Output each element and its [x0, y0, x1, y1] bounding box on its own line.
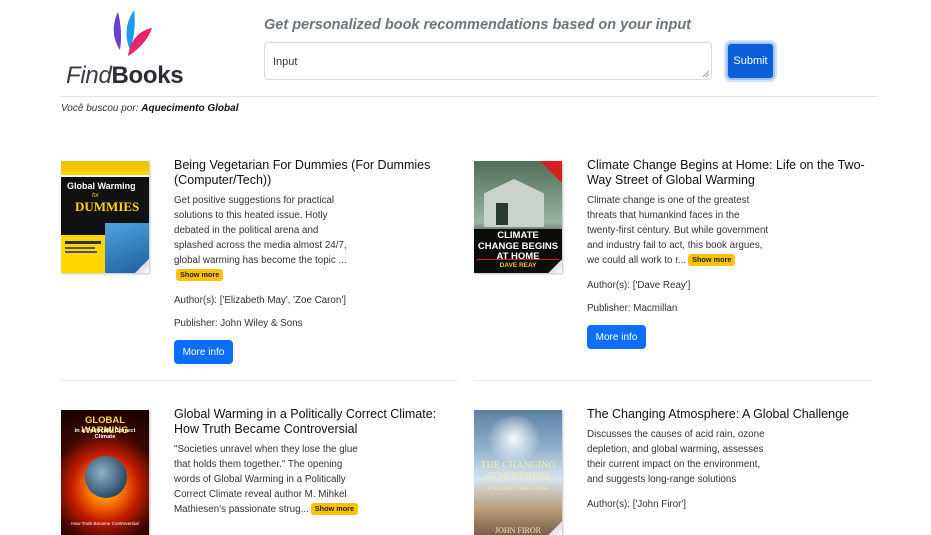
book-description: Discusses the causes of acid rain, ozone…: [587, 429, 765, 485]
book-cover[interactable]: CLIMATE CHANGE BEGINS AT HOME DAVE REAY: [474, 161, 562, 273]
header-divider: [60, 96, 878, 97]
search-summary: Você buscou por: Aquecimento Global: [61, 103, 238, 114]
book-authors: Author(s): ['John Firor']: [587, 499, 687, 510]
book-title: Climate Change Begins at Home: Life on t…: [587, 158, 865, 187]
book-cover[interactable]: THE CHANGING ATMOSPHERE A GLOBAL CHALLEN…: [474, 410, 562, 535]
row-divider: [474, 380, 871, 381]
book-description: Get positive suggestions for practical s…: [174, 193, 359, 283]
logo-books-text: Books: [111, 62, 184, 89]
header: FindBooks Get personalized book recommen…: [0, 0, 931, 97]
book-publisher: Publisher: Macmillan: [587, 303, 678, 314]
book-publisher: Publisher: John Wiley & Sons: [174, 318, 303, 329]
show-more-button[interactable]: Show more: [176, 269, 224, 281]
more-info-button[interactable]: More info: [174, 340, 233, 364]
book-authors: Author(s): ['Elizabeth May', 'Zoe Caron'…: [174, 295, 346, 306]
cover-author: DAVE REAY: [499, 262, 537, 269]
cover-subtitle: A GLOBAL CHALLENGE: [487, 486, 549, 492]
search-summary-query: Aquecimento Global: [141, 103, 239, 114]
cover-title: Global Warming: [67, 181, 136, 191]
book-description-text: Get positive suggestions for practical s…: [174, 195, 347, 266]
search-summary-prefix: Você buscou por:: [61, 103, 139, 114]
cover-title: THE CHANGING ATMOSPHERE: [480, 460, 556, 482]
cover-subtitle: in a Politically Correct Climate: [74, 428, 136, 440]
book-title: Being Vegetarian For Dummies (For Dummie…: [174, 158, 431, 187]
row-divider: [61, 380, 458, 381]
cover-subtitle: DUMMIES: [75, 199, 140, 214]
cover-title: CLIMATE CHANGE BEGINS AT HOME: [477, 230, 559, 262]
search-input[interactable]: Input: [264, 42, 712, 80]
book-description: Climate change is one of the greatest th…: [587, 193, 772, 268]
logo-text: FindBooks: [66, 62, 184, 90]
show-more-button[interactable]: Show more: [310, 503, 359, 515]
cover-tagline: How Truth Became Controversial: [71, 521, 139, 526]
more-info-button[interactable]: More info: [587, 325, 646, 349]
logo-feather-icon: [113, 10, 152, 56]
findbooks-logo[interactable]: FindBooks: [66, 10, 196, 90]
book-cover[interactable]: GLOBAL WARMING in a Politically Correct …: [61, 410, 149, 535]
book-description: "Societies unravel when they lose the gl…: [174, 442, 359, 517]
tagline: Get personalized book recommendations ba…: [264, 17, 692, 33]
book-description-text: Climate change is one of the greatest th…: [587, 195, 769, 266]
search-input-value: Input: [273, 56, 298, 68]
show-more-button[interactable]: Show more: [688, 254, 736, 266]
book-authors: Author(s): ['Dave Reay']: [587, 280, 691, 291]
book-title: The Changing Atmosphere: A Global Challe…: [587, 407, 849, 421]
book-title: Global Warming in a Politically Correct …: [174, 407, 437, 436]
resize-grip-icon[interactable]: [703, 71, 709, 77]
book-cover[interactable]: Global Warming for DUMMIES: [61, 161, 149, 273]
submit-button[interactable]: Submit: [726, 42, 775, 80]
logo-find-text: Find: [66, 62, 112, 89]
